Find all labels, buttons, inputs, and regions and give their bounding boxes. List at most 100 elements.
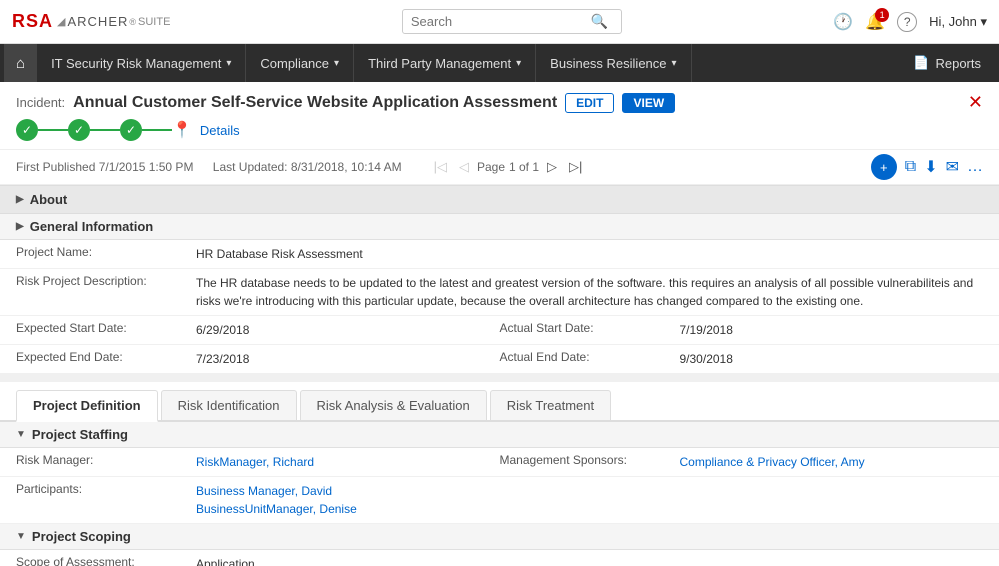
- project-scoping-header[interactable]: ▼ Project Scoping: [0, 524, 999, 550]
- section-spacer: [0, 374, 999, 382]
- step-line-2: [90, 129, 120, 131]
- more-icon[interactable]: …: [967, 158, 983, 176]
- risk-manager-link[interactable]: RiskManager, Richard: [196, 455, 314, 469]
- meta-row: First Published 7/1/2015 1:50 PM Last Up…: [0, 150, 999, 185]
- expected-end-half: Expected End Date: 7/23/2018: [16, 350, 500, 368]
- scoping-label: Project Scoping: [32, 529, 131, 544]
- scope-value-1: Application: [196, 555, 983, 566]
- nav-home-button[interactable]: ⌂: [4, 44, 37, 82]
- user-menu[interactable]: Hi, John ▾: [929, 14, 987, 30]
- logo-suite: SUITE: [138, 16, 170, 28]
- staffing-toggle: ▼: [16, 429, 26, 440]
- project-name-label: Project Name:: [16, 245, 196, 259]
- expected-start-label: Expected Start Date:: [16, 321, 196, 339]
- nav-item-business-resilience-chevron: ▾: [672, 58, 677, 69]
- description-row: Risk Project Description: The HR databas…: [0, 269, 999, 316]
- notification-badge: 1: [875, 8, 889, 22]
- top-bar: RSA ◢ ARCHER ® SUITE 🔍 🕐 🔔 1 ? Hi, John …: [0, 0, 999, 44]
- search-button[interactable]: 🔍: [591, 13, 608, 30]
- details-link[interactable]: Details: [200, 123, 240, 138]
- add-button[interactable]: +: [871, 154, 897, 180]
- scoping-toggle: ▼: [16, 531, 26, 542]
- scope-values: Application Device Information: [196, 555, 983, 566]
- step-circle-1: ✓: [16, 119, 38, 141]
- nav-item-it-security-label: IT Security Risk Management: [51, 56, 221, 71]
- scope-label: Scope of Assessment:: [16, 555, 196, 566]
- expected-end-value: 7/23/2018: [196, 350, 500, 368]
- general-info-header[interactable]: ▶ General Information: [0, 214, 999, 240]
- management-sponsors-label: Management Sponsors:: [500, 453, 680, 471]
- project-name-value: HR Database Risk Assessment: [196, 245, 983, 263]
- participant1-link[interactable]: Business Manager, David: [196, 484, 332, 498]
- tab-risk-identification[interactable]: Risk Identification: [161, 390, 297, 420]
- edit-button[interactable]: EDIT: [565, 93, 614, 113]
- tab-risk-treatment[interactable]: Risk Treatment: [490, 390, 611, 420]
- expected-start-value: 6/29/2018: [196, 321, 500, 339]
- participants-value: Business Manager, David BusinessUnitMana…: [196, 482, 983, 518]
- view-button[interactable]: VIEW: [622, 93, 675, 113]
- pagination: |◁ ◁ Page 1 of 1 ▷ ▷|: [430, 158, 587, 176]
- actual-start-label: Actual Start Date:: [500, 321, 680, 339]
- meta-actions: + ⧉ ⬇ ✉ …: [871, 154, 983, 180]
- last-page-button[interactable]: ▷|: [565, 158, 586, 176]
- nav-item-third-party[interactable]: Third Party Management ▾: [354, 44, 536, 82]
- actual-end-half: Actual End Date: 9/30/2018: [500, 350, 984, 368]
- actual-end-value: 9/30/2018: [680, 350, 984, 368]
- management-sponsors-value: Compliance & Privacy Officer, Amy: [680, 453, 984, 471]
- tabs-row: Project Definition Risk Identification R…: [0, 390, 999, 422]
- download-icon[interactable]: ⬇: [924, 157, 937, 177]
- help-icon[interactable]: ?: [897, 12, 917, 32]
- tab-risk-analysis[interactable]: Risk Analysis & Evaluation: [300, 390, 487, 420]
- page-title: Annual Customer Self-Service Website App…: [73, 94, 557, 112]
- copy-icon[interactable]: ⧉: [905, 158, 916, 176]
- workflow-step-1: ✓: [16, 119, 38, 141]
- page-title-row: Incident: Annual Customer Self-Service W…: [16, 92, 983, 113]
- reports-label: Reports: [935, 56, 981, 71]
- dates-row-2: Expected End Date: 7/23/2018 Actual End …: [0, 345, 999, 374]
- participant2-link[interactable]: BusinessUnitManager, Denise: [196, 502, 357, 516]
- email-icon[interactable]: ✉: [946, 157, 959, 177]
- staffing-row-1: Risk Manager: RiskManager, Richard Manag…: [0, 448, 999, 477]
- nav-item-it-security[interactable]: IT Security Risk Management ▾: [37, 44, 246, 82]
- management-sponsors-link[interactable]: Compliance & Privacy Officer, Amy: [680, 455, 865, 469]
- workflow-step-2: ✓: [68, 119, 90, 141]
- search-input[interactable]: [411, 14, 591, 29]
- nav-reports[interactable]: 📄 Reports: [899, 44, 995, 82]
- project-name-row: Project Name: HR Database Risk Assessmen…: [0, 240, 999, 269]
- close-button[interactable]: ✕: [968, 92, 983, 113]
- risk-manager-value: RiskManager, Richard: [196, 453, 500, 471]
- page-label: Page: [477, 160, 505, 174]
- nav-item-third-party-chevron: ▾: [516, 58, 521, 69]
- history-icon[interactable]: 🕐: [833, 12, 853, 32]
- workflow-row: ✓ ✓ ✓ 📍 Details: [16, 119, 983, 141]
- scope-row: Scope of Assessment: Application Device …: [0, 550, 999, 566]
- about-toggle: ▶: [16, 194, 24, 205]
- management-sponsors-half: Management Sponsors: Compliance & Privac…: [500, 453, 984, 471]
- prev-page-button[interactable]: ◁: [455, 158, 473, 176]
- nav-item-compliance[interactable]: Compliance ▾: [246, 44, 354, 82]
- notifications-icon[interactable]: 🔔 1: [865, 12, 885, 32]
- page-current: 1 of 1: [509, 160, 539, 174]
- nav-item-business-resilience[interactable]: Business Resilience ▾: [536, 44, 691, 82]
- step-line-3: [142, 129, 172, 131]
- nav-bar: ⌂ IT Security Risk Management ▾ Complian…: [0, 44, 999, 82]
- first-page-button[interactable]: |◁: [430, 158, 451, 176]
- about-label: About: [30, 192, 68, 207]
- general-info-label: General Information: [30, 219, 154, 234]
- logo: RSA ◢ ARCHER ® SUITE: [12, 11, 170, 32]
- staffing-label: Project Staffing: [32, 427, 128, 442]
- reports-icon: 📄: [913, 55, 929, 71]
- updated-date: Last Updated: 8/31/2018, 10:14 AM: [213, 160, 402, 174]
- about-section-header[interactable]: ▶ About: [0, 185, 999, 214]
- actual-start-value: 7/19/2018: [680, 321, 984, 339]
- risk-manager-half: Risk Manager: RiskManager, Richard: [16, 453, 500, 471]
- step-circle-3: ✓: [120, 119, 142, 141]
- page-header: Incident: Annual Customer Self-Service W…: [0, 82, 999, 150]
- next-page-button[interactable]: ▷: [543, 158, 561, 176]
- workflow-step-3: ✓: [120, 119, 142, 141]
- dates-row-1: Expected Start Date: 6/29/2018 Actual St…: [0, 316, 999, 345]
- project-staffing-header[interactable]: ▼ Project Staffing: [0, 422, 999, 448]
- participants-row: Participants: Business Manager, David Bu…: [0, 477, 999, 524]
- tab-project-definition[interactable]: Project Definition: [16, 390, 158, 422]
- actual-end-label: Actual End Date:: [500, 350, 680, 368]
